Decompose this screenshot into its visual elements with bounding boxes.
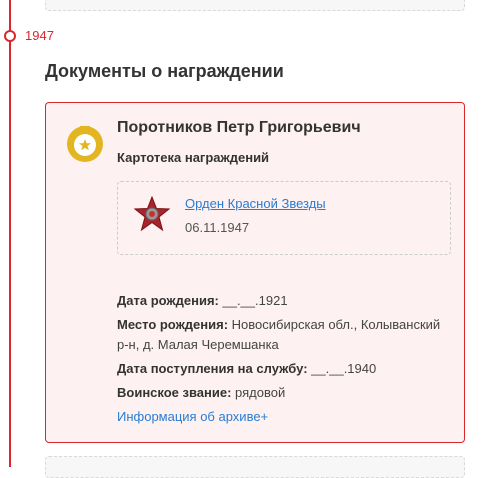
award-document-card: Поротников Петр Григорьевич Картотека на… [45,102,465,443]
award-item: Орден Красной Звезды 06.11.1947 [117,181,451,255]
person-name: Поротников Петр Григорьевич [117,119,361,136]
document-type: Картотека награждений [117,150,270,165]
timeline-year: 1947 [25,28,54,43]
next-card [45,456,465,478]
previous-card [45,0,465,11]
section-title: Документы о награждении [45,61,284,81]
service-start-value: __.__.1940 [307,361,377,376]
timeline-line [9,0,11,467]
rank-row: Воинское звание: рядовой [117,383,447,403]
birth-date-row: Дата рождения: __.__.1921 [117,291,447,311]
timeline-dot [4,30,16,42]
service-start-row: Дата поступления на службу: __.__.1940 [117,359,447,379]
medal-badge-icon [67,126,103,162]
rank-value: рядовой [231,385,286,400]
service-start-label: Дата поступления на службу: [117,361,308,376]
birth-date-value: __.__.1921 [218,293,288,308]
award-name-link[interactable]: Орден Красной Звезды [185,196,326,211]
birth-place-row: Место рождения: Новосибирская обл., Колы… [117,315,447,355]
red-star-order-icon [134,196,170,232]
birth-place-label: Место рождения: [117,317,229,332]
person-details: Дата рождения: __.__.1921 Место рождения… [117,291,447,427]
rank-label: Воинское звание: [117,385,232,400]
archive-info-link[interactable]: Информация об архиве+ [117,407,447,427]
award-date: 06.11.1947 [185,220,250,235]
birth-date-label: Дата рождения: [117,293,219,308]
